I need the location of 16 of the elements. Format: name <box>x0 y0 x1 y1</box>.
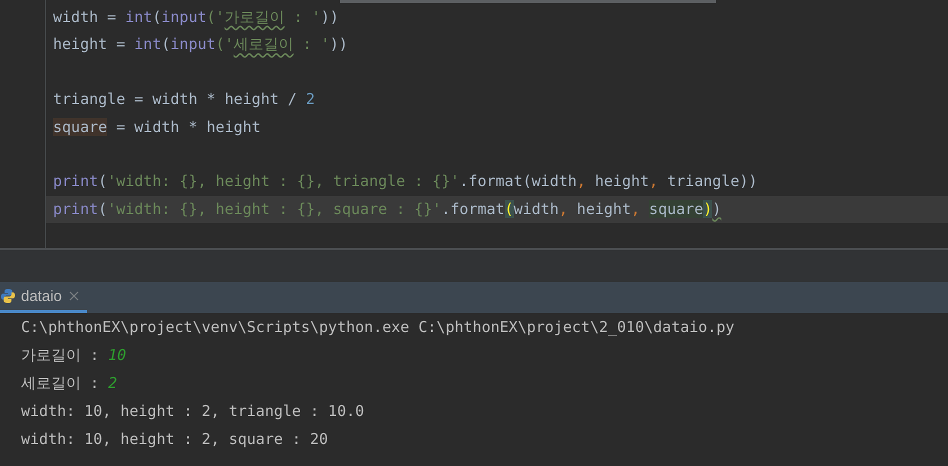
console-line: C:\phthonEX\project\venv\Scripts\python.exe C:\phthonEX\project\2_010\dataio.py <box>21 317 734 338</box>
code-line: print('width: {}, height : {}, triangle : {}'.format(width, height, triangle)) <box>52 171 758 192</box>
code-editor[interactable] <box>0 0 948 250</box>
code-line: width = int(input('가로길이 : ')) <box>52 7 340 28</box>
code-line: height = int(input('세로길이 : ')) <box>52 34 349 56</box>
console-line: 가로길이 : 10 <box>21 345 126 366</box>
tab-label: dataio <box>21 288 62 304</box>
code-line: triangle = width * height / 2 <box>52 89 316 110</box>
run-tab[interactable]: dataio <box>0 282 87 313</box>
console-line: width: 10, height : 2, square : 20 <box>21 429 328 450</box>
python-icon <box>0 288 16 304</box>
code-line: square = width * height <box>52 116 262 138</box>
close-icon[interactable] <box>68 291 79 301</box>
console-line: width: 10, height : 2, triangle : 10.0 <box>21 401 364 422</box>
scrollbar[interactable] <box>340 0 716 3</box>
console-line: 세로길이 : 2 <box>21 373 118 394</box>
